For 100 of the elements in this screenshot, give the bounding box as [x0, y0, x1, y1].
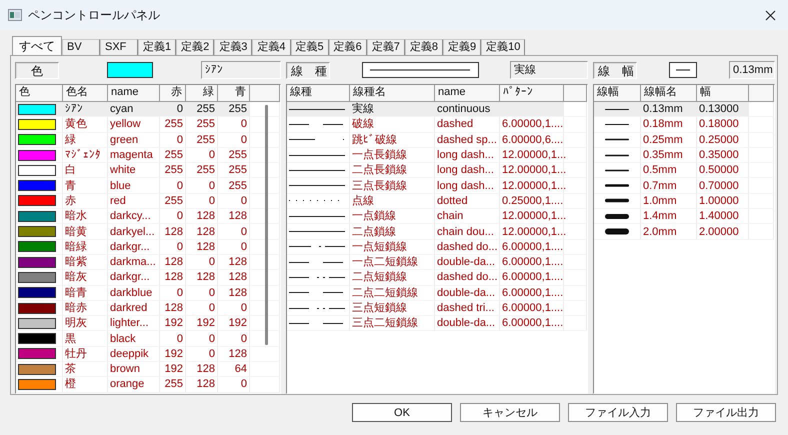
column-header[interactable]: 線幅	[594, 85, 641, 101]
tab[interactable]: 定義9	[443, 39, 482, 55]
color-row[interactable]: 黄色 yellow 255 255 0	[16, 117, 280, 133]
tab[interactable]: すべて	[12, 36, 62, 55]
table-cell: 点線	[352, 194, 374, 208]
line-type-row[interactable]: 二点短鎖線 dashed do... 6.00000,1....	[287, 270, 587, 286]
table-cell: chain	[437, 209, 464, 224]
table-cell: 一点二短鎖線	[352, 255, 418, 270]
table-cell: 0	[208, 346, 215, 361]
line-type-row[interactable]: 二点鎖線 chain dou... 12.00000,1...	[287, 224, 587, 240]
color-row[interactable]: 赤 red 255 0 0	[16, 194, 280, 210]
table-cell: 三点短鎖線	[352, 301, 407, 315]
column-header[interactable]: ﾊﾟﾀｰﾝ	[500, 85, 564, 101]
line-width-row[interactable]: 2.0mm 2.00000	[594, 224, 774, 240]
color-row[interactable]: 青 blue 0 0 255	[16, 178, 280, 194]
color-row[interactable]: 白 white 255 255 255	[16, 163, 280, 178]
dialog-button[interactable]: ファイル入力	[568, 403, 668, 422]
column-header[interactable]: 線種	[287, 85, 350, 101]
dialog-button[interactable]: OK	[352, 403, 452, 422]
color-row[interactable]: 明灰 lighter... 192 192 192	[16, 316, 280, 332]
line-type-row[interactable]: 一点鎖線 chain 12.00000,1...	[287, 209, 587, 224]
table-cell: 12.00000,1...	[502, 209, 566, 224]
table-cell: 128	[164, 270, 183, 284]
line-width-row[interactable]: 1.0mm 1.00000	[594, 194, 774, 210]
line-type-row[interactable]: 点線 dotted 0.25000,1....	[287, 194, 587, 210]
tab[interactable]: 定義7	[366, 39, 405, 55]
color-row[interactable]: 暗紫 darkma... 128 0 128	[16, 254, 280, 270]
tab[interactable]: SXF	[100, 39, 138, 55]
table-cell: 0.25000,1....	[502, 194, 564, 208]
table-cell: 0	[208, 301, 215, 315]
tab[interactable]: 定義4	[252, 39, 290, 55]
color-row[interactable]: 暗黄 darkyel... 128 128 0	[16, 224, 280, 240]
column-header[interactable]: name	[435, 85, 500, 101]
line-width-row[interactable]: 0.13mm 0.13000	[594, 102, 774, 118]
color-row[interactable]: ﾏｼﾞｪﾝﾀ magenta 255 0 255	[16, 148, 280, 164]
table-cell: 0.18mm	[643, 117, 683, 132]
table-cell: 1.00000	[699, 194, 739, 208]
tab[interactable]: BV	[62, 39, 100, 55]
tab[interactable]: 定義1	[138, 39, 176, 55]
line-width-row[interactable]: 1.4mm 1.40000	[594, 209, 774, 224]
color-row[interactable]: 緑 green 0 255 0	[16, 132, 280, 148]
line-type-row[interactable]: 二点二短鎖線 double-da... 6.00000,1....	[287, 286, 587, 301]
line-type-row[interactable]: 一点短鎖線 dashed do... 6.00000,1....	[287, 240, 587, 255]
line-type-row[interactable]: 三点長鎖線 long dash... 12.00000,1...	[287, 178, 587, 194]
line-type-row[interactable]: 破線 dashed 6.00000,1....	[287, 117, 587, 133]
line-type-row[interactable]: 三点短鎖線 dashed tri... 6.00000,1....	[287, 300, 587, 316]
table-cell: chain dou...	[437, 224, 494, 239]
column-header[interactable]: 緑	[186, 85, 218, 101]
table-cell: darkgr...	[110, 240, 150, 254]
color-row[interactable]: 黒 black 0 0 0	[16, 331, 280, 347]
line-width-row[interactable]: 0.25mm 0.25000	[594, 132, 774, 148]
line-type-row[interactable]: 一点長鎖線 long dash... 12.00000,1...	[287, 148, 587, 164]
tab[interactable]: 定義5	[290, 39, 329, 55]
table-cell: lighter...	[110, 316, 149, 330]
column-header[interactable]: 赤	[160, 85, 186, 101]
line-width-row[interactable]: 0.18mm 0.18000	[594, 117, 774, 133]
color-row[interactable]: 暗灰 darkgr... 128 128 128	[16, 270, 280, 286]
color-row[interactable]: 橙 orange 255 128 0	[16, 377, 280, 393]
color-row[interactable]: 暗緑 darkgr... 0 128 0	[16, 240, 280, 255]
column-header[interactable]: 色名	[63, 85, 108, 101]
line-width-row[interactable]: 0.7mm 0.70000	[594, 178, 774, 194]
scrollbar[interactable]	[265, 105, 268, 345]
tab[interactable]: 定義10	[481, 39, 526, 55]
dialog-button[interactable]: キャンセル	[460, 403, 560, 422]
column-header[interactable]: 青	[218, 85, 250, 101]
column-header[interactable]: 色	[16, 85, 63, 101]
table-cell: 0.7mm	[643, 178, 677, 193]
line-type-row[interactable]: 一点二短鎖線 double-da... 6.00000,1....	[287, 254, 587, 270]
table-cell: 128	[228, 209, 247, 224]
line-width-row[interactable]: 0.5mm 0.50000	[594, 163, 774, 178]
table-cell: 255	[164, 377, 183, 392]
table-cell: orange	[110, 377, 144, 392]
column-header[interactable]: 幅	[697, 85, 749, 101]
tab[interactable]: 定義8	[404, 39, 443, 55]
table-cell: 暗黄	[65, 224, 87, 239]
dialog-button[interactable]: ファイル出力	[676, 403, 776, 422]
line-type-row[interactable]: 三点二短鎖線 double-da... 6.00000,1....	[287, 316, 587, 332]
table-cell: darkcy...	[110, 209, 151, 224]
column-header[interactable]: name	[108, 85, 160, 101]
color-row[interactable]: 暗水 darkcy... 0 128 128	[16, 209, 280, 224]
close-icon[interactable]	[765, 10, 776, 20]
column-header[interactable]: 線幅名	[641, 85, 697, 101]
color-row[interactable]: 茶 brown 192 128 64	[16, 362, 280, 378]
color-row[interactable]: 暗赤 darkred 128 0 0	[16, 300, 280, 316]
tab[interactable]: 定義2	[176, 39, 214, 55]
color-row[interactable]: 牡丹 deeppik 192 0 128	[16, 346, 280, 362]
color-row[interactable]: ｼｱﾝ cyan 0 255 255	[16, 102, 280, 118]
line-type-row[interactable]: 跳ﾋﾞ破線 dashed sp... 6.00000,6....	[287, 132, 587, 148]
line-type-row[interactable]: 二点長鎖線 long dash... 12.00000,1...	[287, 163, 587, 178]
table-cell: 255	[164, 117, 183, 132]
column-header[interactable]: 線種名	[350, 85, 435, 101]
table-cell: 暗青	[65, 286, 87, 300]
color-row[interactable]: 暗青 darkblue 0 0 128	[16, 286, 280, 301]
tab[interactable]: 定義6	[328, 39, 367, 55]
table-cell: dashed	[437, 117, 474, 132]
line-width-row[interactable]: 0.35mm 0.35000	[594, 148, 774, 164]
line-type-row[interactable]: 実線 continuous	[287, 102, 587, 118]
tab[interactable]: 定義3	[214, 39, 252, 55]
table-cell: 一点短鎖線	[352, 240, 407, 254]
table-cell: darkred	[110, 301, 148, 315]
